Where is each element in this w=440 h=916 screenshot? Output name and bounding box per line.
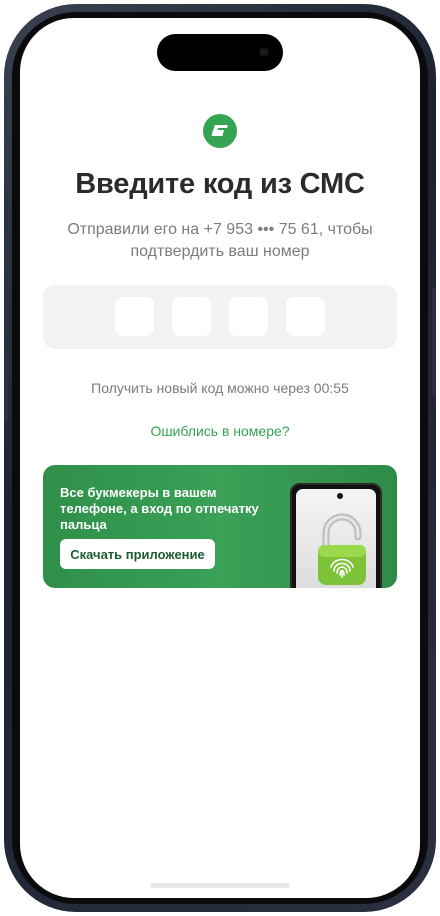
app-download-banner[interactable]: Все букмекеры в вашем телефоне, а вход п… — [43, 465, 397, 588]
volume-down-button — [4, 352, 8, 420]
camera-icon — [259, 47, 269, 57]
code-digit-1[interactable] — [115, 297, 154, 336]
download-app-button[interactable]: Скачать приложение — [60, 539, 215, 569]
action-button — [4, 194, 8, 236]
sms-code-input[interactable] — [43, 285, 397, 349]
dynamic-island — [157, 34, 283, 71]
home-indicator — [150, 883, 290, 888]
page-subtitle: Отправили его на +7 953 ••• 75 61, чтобы… — [67, 221, 373, 260]
fingerprint-lock-icon — [318, 513, 366, 585]
power-button — [432, 288, 436, 396]
page-title: Введите код из СМС — [75, 168, 365, 200]
phone-screen: Введите код из СМС Отправили его на +7 9… — [20, 18, 420, 898]
volume-up-button — [4, 266, 8, 334]
phone-illustration-screen — [296, 489, 376, 588]
code-digit-2[interactable] — [172, 297, 211, 336]
resend-timer-text: Получить новый код можно через 00:55 — [91, 380, 349, 396]
phone-illustration — [290, 483, 382, 588]
code-digit-3[interactable] — [229, 297, 268, 336]
code-digit-4[interactable] — [286, 297, 325, 336]
banner-text: Все букмекеры в вашем телефоне, а вход п… — [60, 485, 259, 532]
phone-illustration-camera — [337, 493, 343, 499]
wrong-number-link[interactable]: Ошиблись в номере? — [20, 423, 420, 439]
app-logo-icon — [203, 114, 237, 148]
